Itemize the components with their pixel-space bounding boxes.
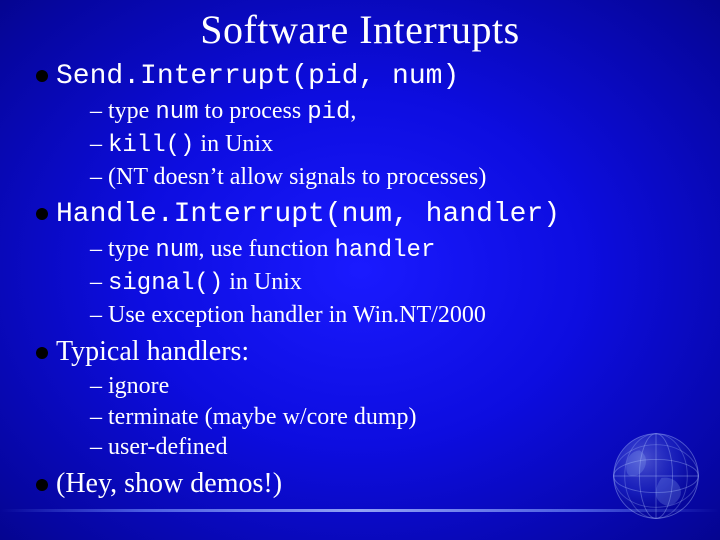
sub-list: – type num to process pid,– kill() in Un… xyxy=(90,96,676,192)
text-segment: in Unix xyxy=(194,131,273,157)
text-segment: user-defined xyxy=(108,434,227,460)
text-segment: type xyxy=(108,98,155,124)
text-segment: pid xyxy=(307,99,350,126)
sub-item: – user-defined xyxy=(90,432,676,463)
bullet-dot-icon xyxy=(36,208,48,220)
sub-item: – type num to process pid, xyxy=(90,96,676,129)
slide: Software Interrupts Send.Interrupt(pid, … xyxy=(0,0,720,540)
text-segment: signal() xyxy=(108,270,223,297)
text-segment: handler xyxy=(335,237,436,264)
text-segment: Send.Interrupt(pid, num) xyxy=(56,61,459,92)
text-segment: to process xyxy=(199,98,308,124)
bullet-text: (Hey, show demos!) xyxy=(56,467,282,501)
dash-icon: – xyxy=(90,432,108,463)
text-segment: , xyxy=(350,98,356,124)
text-segment: Use exception handler in Win.NT/2000 xyxy=(108,302,486,328)
text-segment: terminate (maybe w/core dump) xyxy=(108,404,417,430)
slide-title: Software Interrupts xyxy=(0,0,720,53)
dash-icon: – xyxy=(90,129,108,160)
sub-item: – terminate (maybe w/core dump) xyxy=(90,402,676,433)
dash-icon: – xyxy=(90,371,108,402)
bullet-text: Send.Interrupt(pid, num) xyxy=(56,58,459,94)
dash-icon: – xyxy=(90,267,108,298)
sub-list: – type num, use function handler– signal… xyxy=(90,234,676,330)
bullet-item: (Hey, show demos!) xyxy=(36,467,676,501)
bullet-dot-icon xyxy=(36,347,48,359)
sub-item: – Use exception handler in Win.NT/2000 xyxy=(90,300,676,331)
text-segment: kill() xyxy=(108,132,194,159)
dash-icon: – xyxy=(90,300,108,331)
text-segment: Typical handlers: xyxy=(56,336,249,367)
dash-icon: – xyxy=(90,234,108,265)
dash-icon: – xyxy=(90,162,108,193)
dash-icon: – xyxy=(90,402,108,433)
sub-item: – signal() in Unix xyxy=(90,267,676,300)
slide-body: Send.Interrupt(pid, num) – type num to pr… xyxy=(36,56,676,501)
bullet-dot-icon xyxy=(36,479,48,491)
text-segment: type xyxy=(108,236,155,262)
text-segment: (NT doesn’t allow signals to processes) xyxy=(108,164,486,190)
sub-item: – kill() in Unix xyxy=(90,129,676,162)
sub-list: – ignore– terminate (maybe w/core dump)–… xyxy=(90,371,676,463)
text-segment: ignore xyxy=(108,373,169,399)
text-segment: num xyxy=(155,237,198,264)
bullet-item: Handle.Interrupt(num, handler) xyxy=(36,196,676,232)
bullet-item: Send.Interrupt(pid, num) xyxy=(36,58,676,94)
dash-icon: – xyxy=(90,96,108,127)
footer-divider xyxy=(0,509,720,512)
sub-item: – (NT doesn’t allow signals to processes… xyxy=(90,162,676,193)
bullet-text: Typical handlers: xyxy=(56,335,249,369)
text-segment: , use function xyxy=(199,236,335,262)
text-segment: in Unix xyxy=(223,269,302,295)
sub-item: – type num, use function handler xyxy=(90,234,676,267)
text-segment: Handle.Interrupt(num, handler) xyxy=(56,199,560,230)
sub-item: – ignore xyxy=(90,371,676,402)
text-segment: (Hey, show demos!) xyxy=(56,468,282,499)
bullet-item: Typical handlers: xyxy=(36,335,676,369)
bullet-text: Handle.Interrupt(num, handler) xyxy=(56,196,560,232)
bullet-dot-icon xyxy=(36,70,48,82)
text-segment: num xyxy=(155,99,198,126)
